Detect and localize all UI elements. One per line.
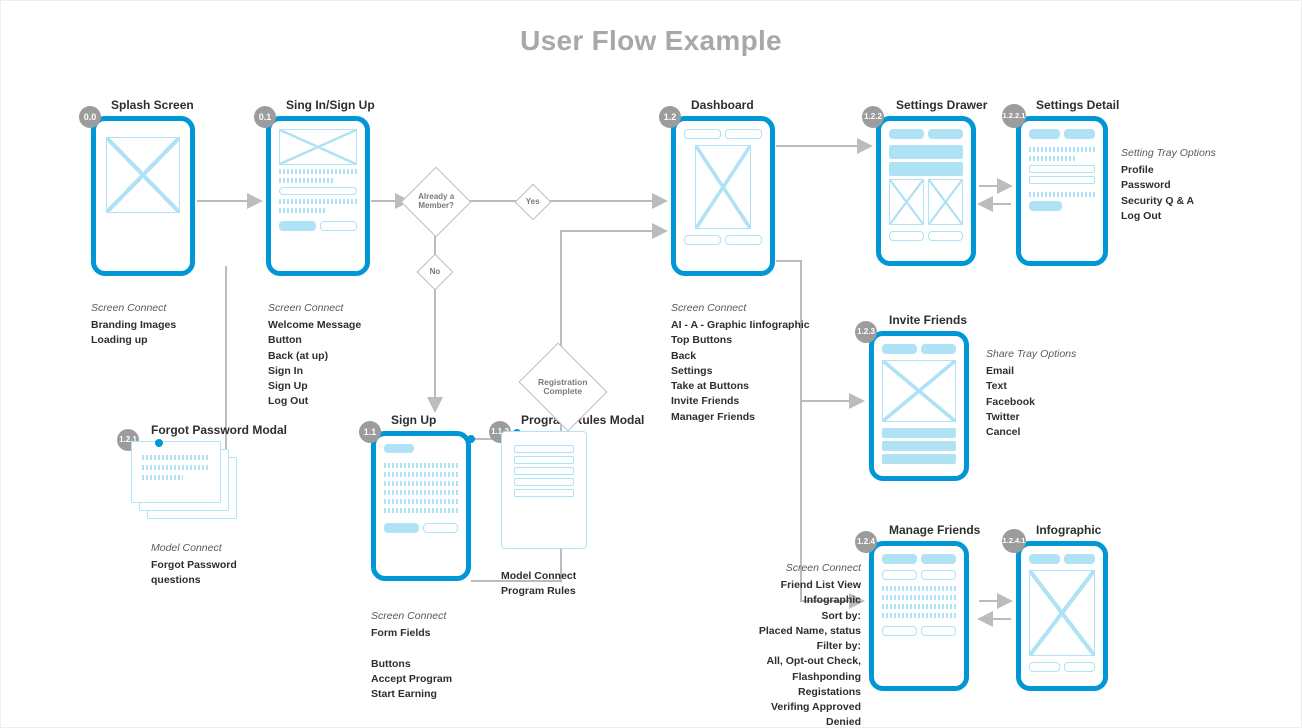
decision-member: Already a Member? xyxy=(401,167,472,238)
decision-no: No xyxy=(417,254,454,291)
node-signin: Sing In/Sign Up 0.1 xyxy=(266,116,370,276)
desc-signin: Screen Connect Welcome Message Button Ba… xyxy=(268,301,428,410)
node-signup: Sign Up 1.1 xyxy=(371,431,471,581)
badge-invite: 1.2.3 xyxy=(855,321,877,343)
badge-settings: 1.2.2 xyxy=(862,106,884,128)
badge-manage: 1.2.4 xyxy=(855,531,877,553)
label-splash: Splash Screen xyxy=(111,98,194,112)
node-settings: Settings Drawer 1.2.2 xyxy=(876,116,976,266)
badge-signup: 1.1 xyxy=(359,421,381,443)
label-manage: Manage Friends xyxy=(889,523,980,537)
node-rules: Program Rules Modal 1.1.2 xyxy=(501,431,587,549)
badge-signin: 0.1 xyxy=(254,106,276,128)
decision-yes: Yes xyxy=(515,184,552,221)
label-settings: Settings Drawer xyxy=(896,98,987,112)
node-invite: Invite Friends 1.2.3 xyxy=(869,331,969,481)
label-invite: Invite Friends xyxy=(889,313,967,327)
label-signin: Sing In/Sign Up xyxy=(286,98,375,112)
desc-invite: Share Tray Options Email Text Facebook T… xyxy=(986,347,1136,440)
badge-dashboard: 1.2 xyxy=(659,106,681,128)
badge-detail: 1.2.2.1 xyxy=(1002,104,1026,128)
label-forgot: Forgot Password Modal xyxy=(151,423,287,437)
node-splash: Splash Screen 0.0 xyxy=(91,116,195,276)
desc-dashboard: Screen Connect AI - A - Graphic Iinfogra… xyxy=(671,301,861,425)
label-signup: Sign Up xyxy=(391,413,436,427)
node-manage: Manage Friends 1.2.4 xyxy=(869,541,969,691)
diagram-canvas: User Flow Example xyxy=(0,0,1302,728)
page-title: User Flow Example xyxy=(1,25,1301,57)
node-info: Infographic 1.2.4.1 xyxy=(1016,541,1108,691)
node-detail: Settings Detail 1.2.2.1 xyxy=(1016,116,1108,266)
desc-rules: Model Connect Program Rules xyxy=(501,569,641,599)
label-dashboard: Dashboard xyxy=(691,98,754,112)
badge-info: 1.2.4.1 xyxy=(1002,529,1026,553)
desc-detail: Setting Tray Options Profile Password Se… xyxy=(1121,146,1271,224)
desc-forgot: Model Connect Forgot Password questions xyxy=(151,541,291,589)
label-detail: Settings Detail xyxy=(1036,98,1119,112)
desc-splash: Screen Connect Branding Images Loading u… xyxy=(91,301,241,349)
desc-manage: Screen Connect Friend List View Infograp… xyxy=(741,561,861,728)
node-dashboard: Dashboard 1.2 xyxy=(671,116,775,276)
badge-splash: 0.0 xyxy=(79,106,101,128)
label-info: Infographic xyxy=(1036,523,1101,537)
desc-signup: Screen Connect Form Fields Buttons Accep… xyxy=(371,609,531,702)
